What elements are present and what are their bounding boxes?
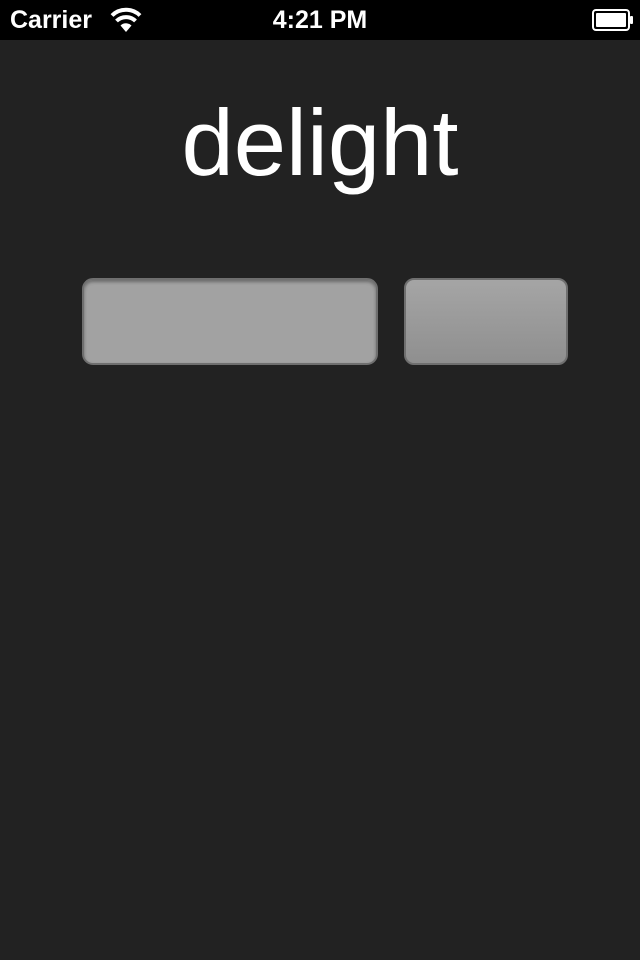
app-title: delight bbox=[181, 90, 459, 195]
submit-button[interactable] bbox=[404, 278, 568, 365]
text-input[interactable] bbox=[82, 278, 378, 365]
battery-icon bbox=[592, 9, 633, 31]
clock: 4:21 PM bbox=[272, 6, 368, 34]
status-bar: Carrier 4:21 PM bbox=[0, 0, 640, 40]
